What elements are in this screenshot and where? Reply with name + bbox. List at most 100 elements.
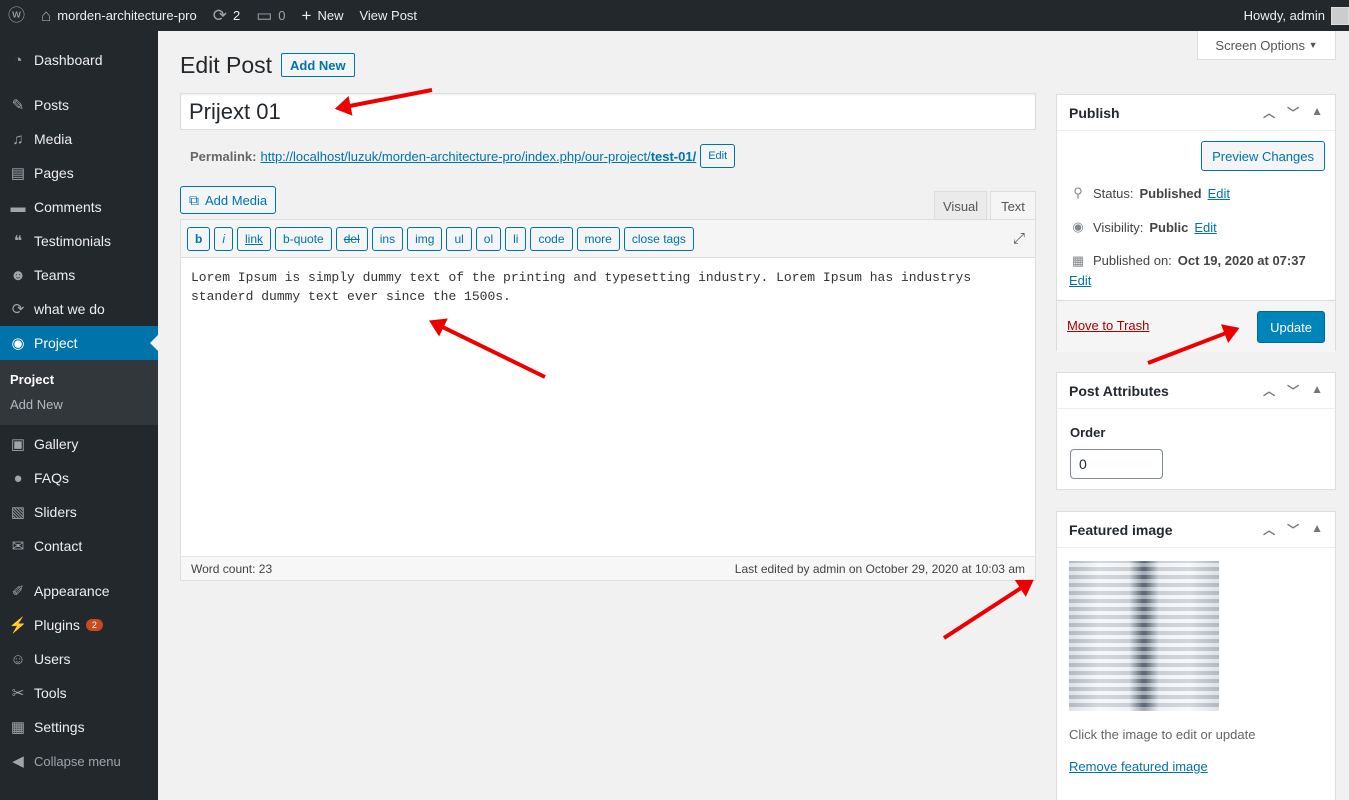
sidebar-item-comments[interactable]: ▬ Comments [0, 190, 158, 224]
site-name-link[interactable]: ⌂ morden-architecture-pro [33, 0, 205, 31]
featured-image-box: Featured image ︿ ﹀ ▲ Click the image to ed… [1056, 511, 1336, 800]
chevron-up-icon[interactable]: ︿ [1263, 521, 1275, 538]
updates-link[interactable]: ⟳ 2 [205, 0, 248, 31]
qt-italic-button[interactable]: i [214, 226, 234, 251]
content-textarea[interactable]: Lorem Ipsum is simply dummy text of the … [181, 258, 1035, 557]
plugins-update-badge: 2 [85, 619, 103, 631]
slides-icon: ▧ [10, 504, 26, 521]
qt-link-button[interactable]: link [237, 226, 272, 251]
publish-box-header: Publish ︿ ﹀ ▲ [1057, 95, 1335, 131]
fullscreen-icon[interactable]: ⤢ [1013, 230, 1025, 247]
screen-options-button[interactable]: Screen Options ▼ [1197, 31, 1336, 60]
collapse-icon: ◀ [12, 753, 24, 770]
eye-icon: ◉ [1072, 219, 1084, 234]
qt-bold-button[interactable]: b [187, 226, 211, 251]
add-media-button[interactable]: ⧉ Add Media [180, 186, 277, 214]
published-on-edit-link[interactable]: Edit [1069, 273, 1091, 288]
new-content-link[interactable]: + New [294, 0, 352, 31]
settings-icon: ▦ [10, 719, 26, 736]
tools-icon: ✂ [11, 685, 25, 702]
wordpress-logo-button[interactable]: ⓦ [0, 0, 33, 31]
word-count: Word count: 23 [191, 561, 273, 576]
toggle-panel-icon[interactable]: ▲ [1311, 104, 1323, 121]
update-icon: ⟳ [212, 6, 227, 25]
featured-image-thumbnail[interactable] [1069, 561, 1219, 711]
remove-featured-image-link[interactable]: Remove featured image [1069, 759, 1208, 774]
sidebar-item-users[interactable]: ☺ Users [0, 642, 158, 676]
sidebar-item-what-we-do[interactable]: ⟳ what we do [0, 292, 158, 326]
plus-icon: + [301, 6, 312, 25]
chevron-down-icon[interactable]: ﹀ [1287, 382, 1299, 399]
qt-close-tags-button[interactable]: close tags [623, 226, 694, 251]
pin-icon: ⚲ [1073, 185, 1083, 200]
chevron-up-icon[interactable]: ︿ [1263, 382, 1275, 399]
qt-del-button[interactable]: del [335, 226, 368, 251]
chevron-down-icon[interactable]: ﹀ [1287, 521, 1299, 538]
permalink-link[interactable]: http://localhost/luzuk/morden-architectu… [260, 149, 696, 164]
faq-icon: ● [13, 469, 23, 487]
preview-changes-button[interactable]: Preview Changes [1201, 141, 1325, 171]
toggle-panel-icon[interactable]: ▲ [1311, 382, 1323, 399]
published-on-row: ▦ Published on: Oct 19, 2020 at 07:37 [1057, 253, 1306, 269]
sidebar-item-settings[interactable]: ▦ Settings [0, 710, 158, 744]
qt-img-button[interactable]: img [407, 226, 443, 251]
sidebar-item-testimonials[interactable]: ❝ Testimonials [0, 224, 158, 258]
sidebar-item-appearance[interactable]: ✐ Appearance [0, 574, 158, 608]
order-label: Order [1070, 425, 1106, 440]
permalink-row: Permalink: http://localhost/luzuk/morden… [190, 144, 736, 168]
brush-icon: ✐ [11, 583, 25, 600]
sidebar-item-gallery[interactable]: ▣ Gallery [0, 427, 158, 461]
post-title-input[interactable]: Prijext 01 [180, 93, 1036, 130]
admin-sidebar: ◔ Dashboard ✎ Posts ♫ Media ▤ Pages ▬ Comment… [0, 31, 158, 800]
qt-ol-button[interactable]: ol [475, 226, 502, 251]
sidebar-item-plugins[interactable]: ⚡ Plugins 2 [0, 608, 158, 642]
project-submenu: Project Add New [0, 360, 158, 425]
sidebar-item-media[interactable]: ♫ Media [0, 122, 158, 156]
media-icon: ⧉ [189, 191, 199, 208]
sidebar-item-faqs[interactable]: ● FAQs [0, 461, 158, 495]
chevron-up-icon[interactable]: ︿ [1263, 104, 1275, 121]
qt-blockquote-button[interactable]: b-quote [275, 226, 332, 251]
permalink-label: Permalink: [190, 148, 257, 164]
wordpress-logo-icon: ⓦ [8, 6, 25, 25]
permalink-edit-button[interactable]: Edit [700, 144, 736, 168]
submenu-item-project[interactable]: Project [0, 367, 158, 392]
update-icon: ⟳ [11, 301, 25, 318]
sidebar-item-pages[interactable]: ▤ Pages [0, 156, 158, 190]
status-edit-link[interactable]: Edit [1208, 186, 1230, 201]
avatar [1331, 6, 1349, 25]
qt-ul-button[interactable]: ul [446, 226, 472, 251]
chevron-down-icon[interactable]: ﹀ [1287, 104, 1299, 121]
account-menu[interactable]: Howdy, admin [1236, 0, 1349, 31]
sidebar-item-teams[interactable]: ☻ Teams [0, 258, 158, 292]
qt-more-button[interactable]: more [576, 226, 620, 251]
media-icon: ♫ [12, 130, 24, 148]
sidebar-item-tools[interactable]: ✂ Tools [0, 676, 158, 710]
toggle-panel-icon[interactable]: ▲ [1311, 521, 1323, 538]
update-button[interactable]: Update [1257, 311, 1325, 343]
post-editor: b i link b-quote del ins img ul ol li co… [180, 219, 1036, 581]
qt-code-button[interactable]: code [530, 226, 573, 251]
collapse-menu-button[interactable]: ◀ Collapse menu [0, 744, 158, 778]
qt-ins-button[interactable]: ins [371, 226, 404, 251]
sidebar-item-project[interactable]: ◉ Project [0, 326, 158, 360]
visibility-edit-link[interactable]: Edit [1194, 220, 1216, 235]
home-icon: ⌂ [41, 6, 52, 25]
groups-icon: ☻ [10, 266, 26, 284]
sidebar-item-posts[interactable]: ✎ Posts [0, 88, 158, 122]
submenu-item-add-new[interactable]: Add New [0, 392, 158, 417]
tab-visual[interactable]: Visual [934, 191, 988, 220]
move-to-trash-link[interactable]: Move to Trash [1067, 318, 1149, 333]
qt-li-button[interactable]: li [505, 226, 527, 251]
testimonial-icon: ❝ [13, 233, 23, 250]
sidebar-item-sliders[interactable]: ▧ Sliders [0, 495, 158, 529]
caret-down-icon: ▼ [1308, 40, 1318, 50]
sidebar-item-contact[interactable]: ✉ Contact [0, 529, 158, 563]
order-input[interactable]: 0 [1070, 449, 1163, 479]
comments-link[interactable]: ▭ 0 [248, 0, 293, 31]
sidebar-item-dashboard[interactable]: ◔ Dashboard [0, 43, 158, 77]
add-new-button[interactable]: Add New [281, 53, 355, 77]
tab-text[interactable]: Text [990, 191, 1036, 220]
publish-box: Publish ︿ ﹀ ▲ Preview Changes ⚲ Status: Pub… [1056, 94, 1336, 352]
view-post-link[interactable]: View Post [351, 0, 425, 31]
